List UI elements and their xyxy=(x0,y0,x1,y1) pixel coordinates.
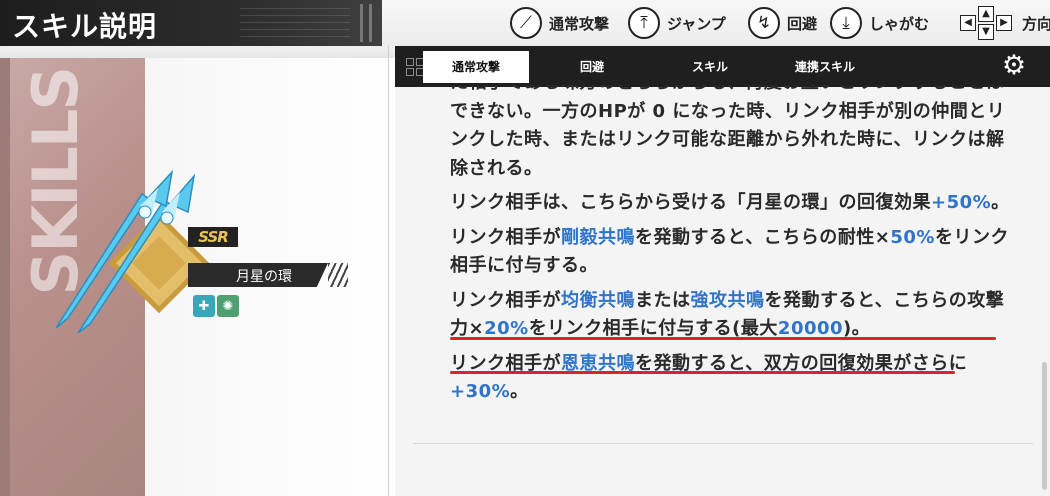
description-paragraph: リンク相手が均衡共鳴または強攻共鳴を発動すると、こちらの攻撃力×20%をリンク相… xyxy=(450,287,1010,344)
description-text: リンク相手が xyxy=(450,226,561,248)
tab-bar: 通常攻撃 回避 スキル 連携スキル ⚙ xyxy=(395,46,1050,87)
description-text: をリンク相手に付与する(最大 xyxy=(528,318,778,339)
heal-element-icon: ✚ xyxy=(193,295,215,317)
description-text: を発動すると、こちらの耐性× xyxy=(635,226,891,248)
tab-chain-skill[interactable]: 連携スキル xyxy=(755,51,895,83)
skill-description: た相手である味方のどちらからも、再度お互いとリンクすることはできない。一方のHP… xyxy=(450,85,1010,445)
red-underline xyxy=(450,337,996,340)
tab-skill[interactable]: スキル xyxy=(665,51,755,83)
description-text: リンク相手が xyxy=(450,289,561,311)
description-text: リンク相手は、こちらから受ける「月星の環」の回復効果 xyxy=(450,192,931,213)
hint-label: ジャンプ xyxy=(667,14,726,33)
weapon-name: 月星の環 xyxy=(236,269,292,285)
weapon-name-bar: 月星の環 xyxy=(188,263,328,287)
hint-jump: ⤒ ジャンプ xyxy=(628,6,726,40)
hint-label: しゃがむ xyxy=(869,14,930,33)
dodge-icon: ↯ xyxy=(748,7,780,39)
description-paragraph: リンク相手が剛毅共鳴を発動すると、こちらの耐性×50%をリンク相手に付与する。 xyxy=(450,224,1010,281)
crouch-icon: ⤓ xyxy=(830,7,862,39)
banner-edge xyxy=(0,58,10,496)
value-highlight: 20000 xyxy=(777,318,844,339)
description-text: 。 xyxy=(510,381,529,402)
description-paragraph: リンク相手は、こちらから受ける「月星の環」の回復効果+50%。 xyxy=(450,189,1010,218)
red-underline xyxy=(450,371,955,374)
description-text: または xyxy=(635,289,691,311)
title-stripes xyxy=(360,4,372,42)
keyword-highlight: 強攻共鳴 xyxy=(690,289,765,311)
description-text: 。 xyxy=(991,192,1010,213)
hint-dodge: ↯ 回避 xyxy=(748,6,817,40)
top-bar: スキル説明 ⟋ 通常攻撃 ⤒ ジャンプ ↯ 回避 ⤓ しゃがむ ▲ ◀ ▶ ▼ … xyxy=(0,0,1050,46)
content-divider xyxy=(413,443,1033,444)
hint-normal-attack: ⟋ 通常攻撃 xyxy=(510,6,609,40)
value-highlight: +30% xyxy=(450,381,511,402)
hint-label: 回避 xyxy=(787,14,818,33)
rarity-badge: SSR xyxy=(188,227,238,247)
title-decoration xyxy=(240,8,350,38)
hint-label: 通常攻撃 xyxy=(549,14,610,33)
hint-direction: ▲ ◀ ▶ ▼ 方向 xyxy=(957,6,1050,40)
description-paragraph: た相手である味方のどちらからも、再度お互いとリンクすることはできない。一方のHP… xyxy=(450,85,1010,183)
value-highlight: 50% xyxy=(890,226,935,248)
tab-normal-attack[interactable]: 通常攻撃 xyxy=(423,51,529,83)
jump-icon: ⤒ xyxy=(628,7,660,39)
panel-divider xyxy=(388,46,389,496)
description-text: )。 xyxy=(843,318,871,339)
skill-detail-panel: 通常攻撃 回避 スキル 連携スキル ⚙ た相手である味方のどちらからも、再度お互… xyxy=(395,46,1050,496)
description-paragraph: リンク相手が恩恵共鳴を発動すると、双方の回復効果がさらに+30%。 xyxy=(450,350,1010,407)
tab-dodge[interactable]: 回避 xyxy=(550,51,634,83)
title-bar: スキル説明 xyxy=(0,0,382,46)
left-header-band xyxy=(0,46,395,58)
keyword-highlight: 均衡共鳴 xyxy=(561,289,635,311)
gear-icon[interactable]: ⚙ xyxy=(1000,52,1028,80)
description-text: た相手である味方のどちらからも、再度お互いとリンクする xyxy=(450,85,949,93)
page-title: スキル説明 xyxy=(12,10,158,43)
hint-crouch: ⤓ しゃがむ xyxy=(830,6,929,40)
wind-element-icon: ✺ xyxy=(217,295,239,317)
sword-icon: ⟋ xyxy=(510,7,542,39)
grid-icon[interactable] xyxy=(406,58,424,76)
name-bar-decoration xyxy=(328,263,348,287)
hint-label: 方向 xyxy=(1022,14,1050,33)
value-highlight: +50% xyxy=(931,192,992,213)
scrollbar[interactable] xyxy=(1042,362,1047,490)
description-text: ことはできない。一方のHPが 0 になった時、リンク相手が別の仲間とリンクした時… xyxy=(450,85,1006,179)
arrow-keys-icon: ▲ ◀ ▶ ▼ xyxy=(957,6,1015,40)
keyword-highlight: 剛毅共鳴 xyxy=(561,226,635,248)
value-highlight: 20% xyxy=(484,318,529,339)
